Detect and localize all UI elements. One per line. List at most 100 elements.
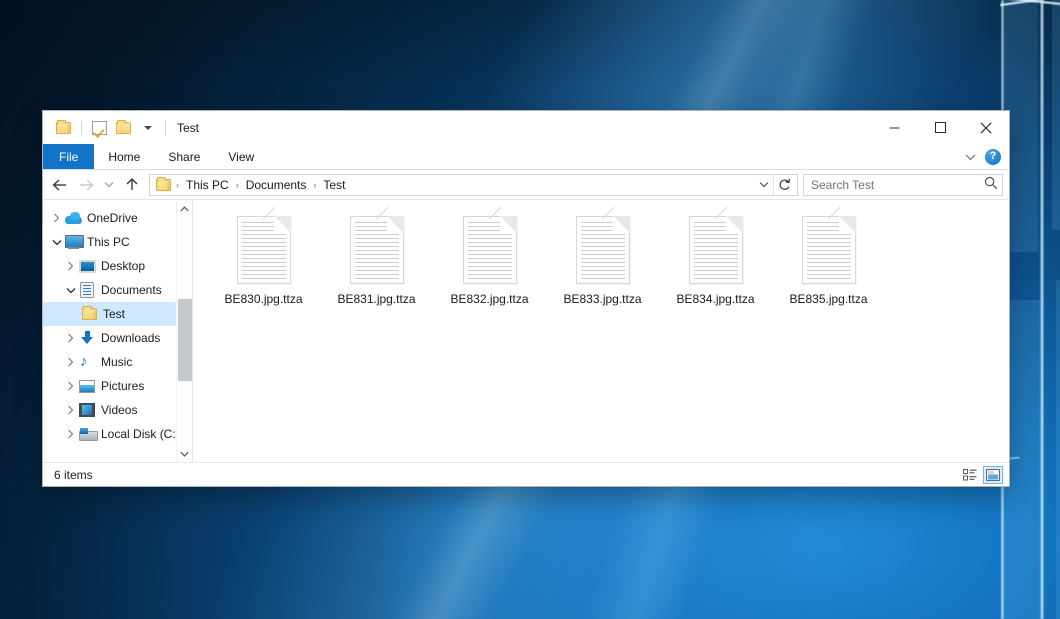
breadcrumb-folder-icon [156, 179, 171, 191]
scroll-up-icon[interactable] [177, 200, 193, 217]
properties-icon[interactable] [89, 117, 110, 138]
file-name: BE830.jpg.ttza [224, 292, 302, 306]
chevron-right-icon[interactable] [63, 255, 78, 277]
breadcrumb[interactable]: › This PC › Documents › Test [149, 174, 798, 196]
generic-file-icon [463, 216, 517, 284]
scrollbar-track[interactable] [177, 217, 193, 445]
sidebar-item-local-disk[interactable]: Local Disk (C:) [43, 422, 192, 446]
window-title: Test [177, 121, 199, 135]
generic-file-icon [237, 216, 291, 284]
chevron-right-icon[interactable] [63, 351, 78, 373]
list-item[interactable]: BE835.jpg.ttza [772, 212, 885, 336]
chevron-right-icon[interactable] [63, 375, 78, 397]
help-icon[interactable]: ? [985, 149, 1001, 165]
ribbon-tab-bar: File Home Share View ? [43, 144, 1009, 170]
sidebar-item-documents[interactable]: Documents [43, 278, 192, 302]
sidebar-item-videos[interactable]: Videos [43, 398, 192, 422]
videos-icon [78, 401, 96, 419]
details-view-button[interactable] [960, 466, 980, 484]
large-icons-view-button[interactable] [983, 466, 1003, 484]
file-name: BE835.jpg.ttza [789, 292, 867, 306]
breadcrumb-item-documents[interactable]: Documents [242, 178, 311, 192]
file-name: BE832.jpg.ttza [450, 292, 528, 306]
sidebar-item-label: This PC [87, 235, 130, 249]
title-bar[interactable]: Test [43, 111, 1009, 144]
breadcrumb-item-this-pc[interactable]: This PC [182, 178, 233, 192]
list-item[interactable]: BE830.jpg.ttza [207, 212, 320, 336]
breadcrumb-separator-2[interactable]: › [310, 180, 319, 190]
breadcrumb-item-test[interactable]: Test [319, 178, 349, 192]
back-button[interactable] [47, 172, 73, 198]
window-body: OneDrive This PC Desktop [43, 200, 1009, 462]
recent-locations-icon[interactable] [99, 172, 119, 198]
sidebar-item-onedrive[interactable]: OneDrive [43, 206, 192, 230]
downloads-icon [78, 329, 96, 347]
sidebar-item-music[interactable]: ♪ Music [43, 350, 192, 374]
generic-file-icon [350, 216, 404, 284]
scrollbar-thumb[interactable] [178, 299, 192, 381]
sidebar-item-this-pc[interactable]: This PC [43, 230, 192, 254]
tab-view[interactable]: View [214, 144, 268, 169]
close-button[interactable] [963, 111, 1009, 144]
view-mode-buttons [960, 466, 1003, 484]
desktop: Test File Home Share View [0, 0, 1060, 619]
sidebar-item-downloads[interactable]: Downloads [43, 326, 192, 350]
address-dropdown-icon[interactable] [755, 181, 773, 188]
tab-home[interactable]: Home [94, 144, 154, 169]
file-name: BE831.jpg.ttza [337, 292, 415, 306]
chevron-right-icon[interactable] [63, 327, 78, 349]
breadcrumb-separator-1[interactable]: › [233, 180, 242, 190]
search-icon[interactable] [984, 176, 998, 193]
list-item[interactable]: BE834.jpg.ttza [659, 212, 772, 336]
minimize-button[interactable] [871, 111, 917, 144]
sidebar-item-label: OneDrive [87, 211, 138, 225]
chevron-right-icon[interactable] [49, 207, 64, 229]
folder-icon [80, 305, 98, 323]
sidebar-item-label: Documents [101, 283, 162, 297]
chevron-down-icon[interactable] [961, 148, 979, 166]
tab-share[interactable]: Share [154, 144, 214, 169]
refresh-icon[interactable] [773, 174, 795, 196]
tab-file[interactable]: File [43, 144, 94, 169]
window-controls [871, 111, 1009, 144]
breadcrumb-separator-0[interactable]: › [173, 180, 182, 190]
quick-access-toolbar [43, 117, 170, 138]
toolbar-separator-2 [165, 121, 166, 135]
customize-quick-access-toolbar-icon[interactable] [137, 117, 158, 138]
sidebar-item-pictures[interactable]: Pictures [43, 374, 192, 398]
sidebar-item-test[interactable]: Test [43, 302, 192, 326]
file-explorer-window: Test File Home Share View [42, 110, 1010, 487]
folder-tree: OneDrive This PC Desktop [43, 200, 192, 462]
ribbon-right-controls: ? [961, 144, 1009, 169]
onedrive-icon [64, 209, 82, 227]
search-input[interactable] [811, 178, 984, 192]
item-count-label: 6 items [54, 468, 93, 482]
breadcrumb-items: › This PC › Documents › Test [155, 178, 755, 192]
up-button[interactable] [119, 172, 145, 198]
this-pc-icon [64, 233, 82, 251]
music-icon: ♪ [78, 353, 96, 371]
chevron-down-icon[interactable] [49, 231, 64, 253]
sidebar-item-label: Test [103, 307, 125, 321]
pictures-icon [78, 377, 96, 395]
file-list-area[interactable]: BE830.jpg.ttza BE831.jpg.ttza [193, 200, 1009, 462]
list-item[interactable]: BE831.jpg.ttza [320, 212, 433, 336]
list-item[interactable]: BE832.jpg.ttza [433, 212, 546, 336]
sidebar-item-desktop[interactable]: Desktop [43, 254, 192, 278]
toolbar-separator-1 [81, 121, 82, 135]
list-item[interactable]: BE833.jpg.ttza [546, 212, 659, 336]
sidebar-item-label: Desktop [101, 259, 145, 273]
chevron-right-icon[interactable] [63, 399, 78, 421]
forward-button[interactable] [73, 172, 99, 198]
folder-icon[interactable] [53, 117, 74, 138]
chevron-down-icon[interactable] [63, 279, 78, 301]
new-folder-icon[interactable] [113, 117, 134, 138]
file-name: BE833.jpg.ttza [563, 292, 641, 306]
generic-file-icon [689, 216, 743, 284]
desktop-icon [78, 257, 96, 275]
search-box[interactable] [803, 174, 1003, 196]
scroll-down-icon[interactable] [177, 445, 193, 462]
navigation-pane-scrollbar[interactable] [176, 200, 192, 462]
chevron-right-icon[interactable] [63, 423, 78, 445]
maximize-button[interactable] [917, 111, 963, 144]
